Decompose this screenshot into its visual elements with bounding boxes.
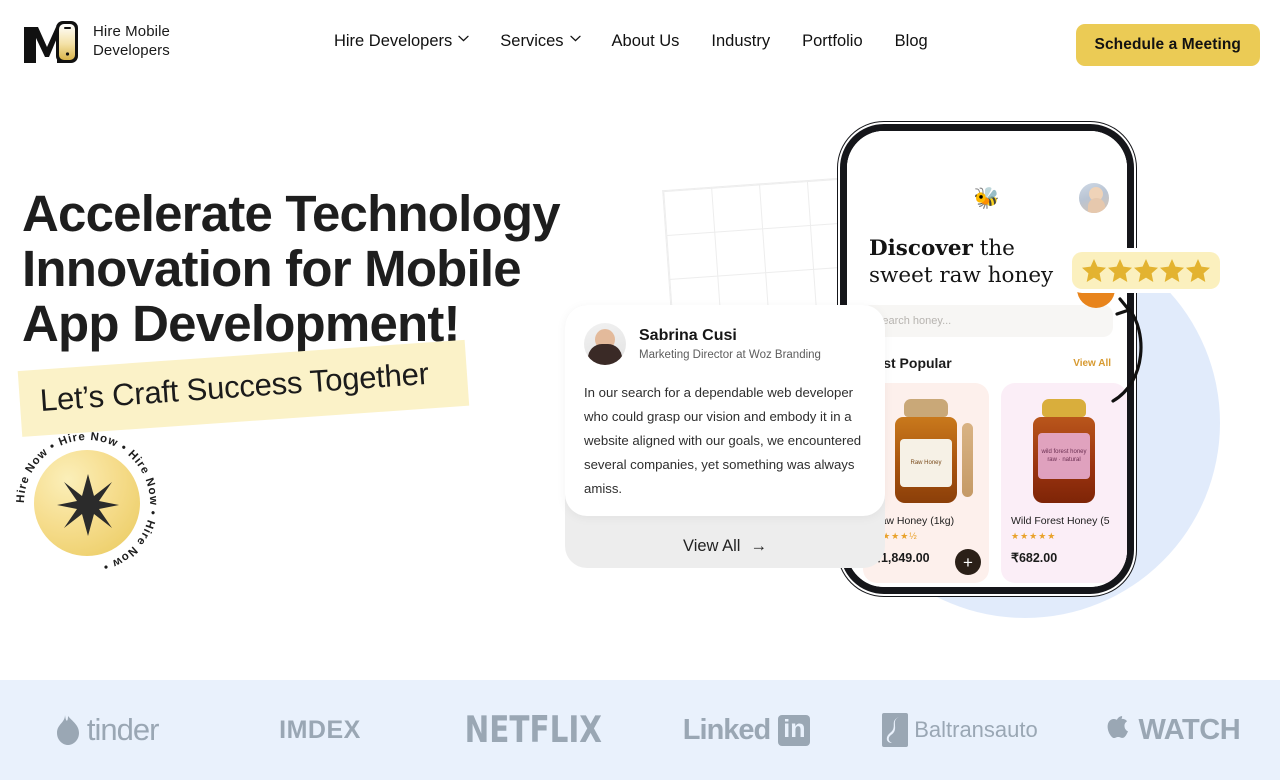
main-navigation: Hire Developers Services About Us Indust…: [318, 24, 944, 59]
logo-label: Baltransauto: [914, 717, 1038, 742]
logo-label: tinder: [86, 712, 160, 747]
client-logo-strip: tinder IMDEX NETFLIX Linked in Baltransa…: [0, 680, 1280, 780]
nav-item-blog[interactable]: Blog: [879, 24, 944, 59]
md-logo-icon: [20, 17, 82, 65]
testimonial-card: Sabrina Cusi Marketing Director at Woz B…: [565, 305, 885, 568]
star-icon: [1134, 259, 1158, 282]
app-search-input[interactable]: Search honey...: [861, 305, 1113, 337]
logo-label: NETFLIX: [464, 708, 603, 752]
nav-label: Services: [500, 31, 564, 50]
page-title: Accelerate Technology Innovation for Mob…: [22, 185, 561, 352]
testimonial-view-all-button[interactable]: View All →: [565, 537, 885, 556]
rating-star-badge: [1072, 252, 1220, 289]
brand-line-1: Hire Mobile: [93, 23, 170, 40]
nav-item-services[interactable]: Services: [484, 24, 595, 59]
tinder-flame-icon: [56, 715, 79, 745]
testimonial-quote: In our search for a dependable web devel…: [584, 385, 862, 496]
logo-label: Linked: [682, 713, 771, 746]
logo-tinder: tinder: [0, 712, 213, 748]
nav-item-hire-developers[interactable]: Hire Developers: [318, 24, 484, 59]
app-section-header: Most Popular View All: [863, 355, 1111, 371]
nav-label: About Us: [611, 31, 680, 50]
product-name: Raw Honey (1kg): [873, 515, 955, 527]
app-product-list: Raw Honey Raw Honey (1kg) ★★★★½ ₹1,849.0…: [863, 383, 1127, 583]
nav-item-portfolio[interactable]: Portfolio: [786, 24, 879, 59]
honey-jar-icon: Raw Honey: [895, 399, 973, 503]
testimonial-author-role: Marketing Director at Woz Branding: [639, 349, 821, 361]
nav-label: Industry: [711, 31, 771, 50]
logo-netflix: NETFLIX: [427, 708, 640, 752]
logo-apple-watch: WATCH: [1067, 714, 1280, 747]
baltransauto-mark-icon: [882, 713, 909, 747]
linkedin-in-badge: in: [778, 714, 811, 746]
nav-item-about-us[interactable]: About Us: [596, 24, 696, 59]
nav-item-industry[interactable]: Industry: [695, 24, 786, 59]
bee-icon: 🐝: [973, 187, 1001, 210]
product-price: ₹682.00: [1011, 551, 1058, 565]
brand-logo[interactable]: Hire Mobile Developers: [20, 17, 170, 65]
avatar: [584, 323, 626, 365]
star-icon: [1108, 259, 1132, 282]
product-name: Wild Forest Honey (5: [1011, 515, 1110, 527]
chevron-down-icon: [458, 35, 469, 45]
schedule-meeting-button[interactable]: Schedule a Meeting: [1075, 24, 1260, 66]
app-user-avatar[interactable]: [1077, 181, 1111, 215]
brand-name: Hire Mobile Developers: [93, 22, 170, 60]
nav-label: Portfolio: [802, 31, 863, 50]
star-icon: [1082, 259, 1106, 282]
logo-imdex: IMDEX: [213, 716, 426, 745]
star-burst-icon: [57, 474, 119, 536]
app-headline-line2: sweet raw honey: [869, 263, 1054, 288]
add-to-cart-button[interactable]: +: [955, 549, 981, 575]
testimonial-header: Sabrina Cusi Marketing Director at Woz B…: [584, 323, 866, 365]
curved-arrow-icon: [1111, 297, 1143, 403]
jar-label-text: Raw Honey: [900, 439, 952, 487]
logo-linkedin: Linked in: [640, 714, 853, 747]
testimonial-author-name: Sabrina Cusi: [639, 327, 737, 344]
star-icon: [1186, 259, 1210, 282]
app-topbar: 🐝: [847, 131, 1127, 219]
apple-logo-icon: [1108, 715, 1129, 738]
honey-jar-icon: wild forest honey raw · natural: [1033, 399, 1095, 503]
hire-now-badge[interactable]: Hire Now • Hire Now • Hire Now • Hire No…: [12, 430, 162, 576]
app-headline-rest: the: [972, 236, 1015, 261]
brand-line-2: Developers: [93, 42, 170, 59]
star-icon: [1160, 259, 1184, 282]
logo-baltransauto: Baltransauto: [853, 713, 1066, 747]
phone-screen: 🐝 Discover the sweet raw honey Search ho…: [847, 131, 1127, 587]
arrow-right-icon: →: [750, 537, 767, 555]
view-all-label: View All: [683, 537, 741, 555]
product-rating: ★★★★★: [1011, 531, 1057, 541]
app-headline-bold: Discover: [869, 236, 973, 261]
product-rating: ★★★★½: [873, 531, 918, 541]
jar-label-text: wild forest honey raw · natural: [1038, 433, 1090, 479]
hero-copy: Accelerate Technology Innovation for Mob…: [17, 185, 622, 441]
logo-label: WATCH: [1138, 713, 1241, 746]
site-header: Hire Mobile Developers Hire Developers S…: [0, 0, 1280, 82]
chevron-down-icon: [569, 35, 581, 45]
nav-label: Blog: [894, 31, 928, 50]
logo-label: IMDEX: [279, 715, 361, 744]
testimonial-inner: Sabrina Cusi Marketing Director at Woz B…: [565, 305, 885, 516]
nav-label: Hire Developers: [333, 31, 453, 50]
landing-page: Hire Mobile Developers Hire Developers S…: [0, 0, 1280, 780]
honey-dipper-icon: [962, 423, 973, 497]
